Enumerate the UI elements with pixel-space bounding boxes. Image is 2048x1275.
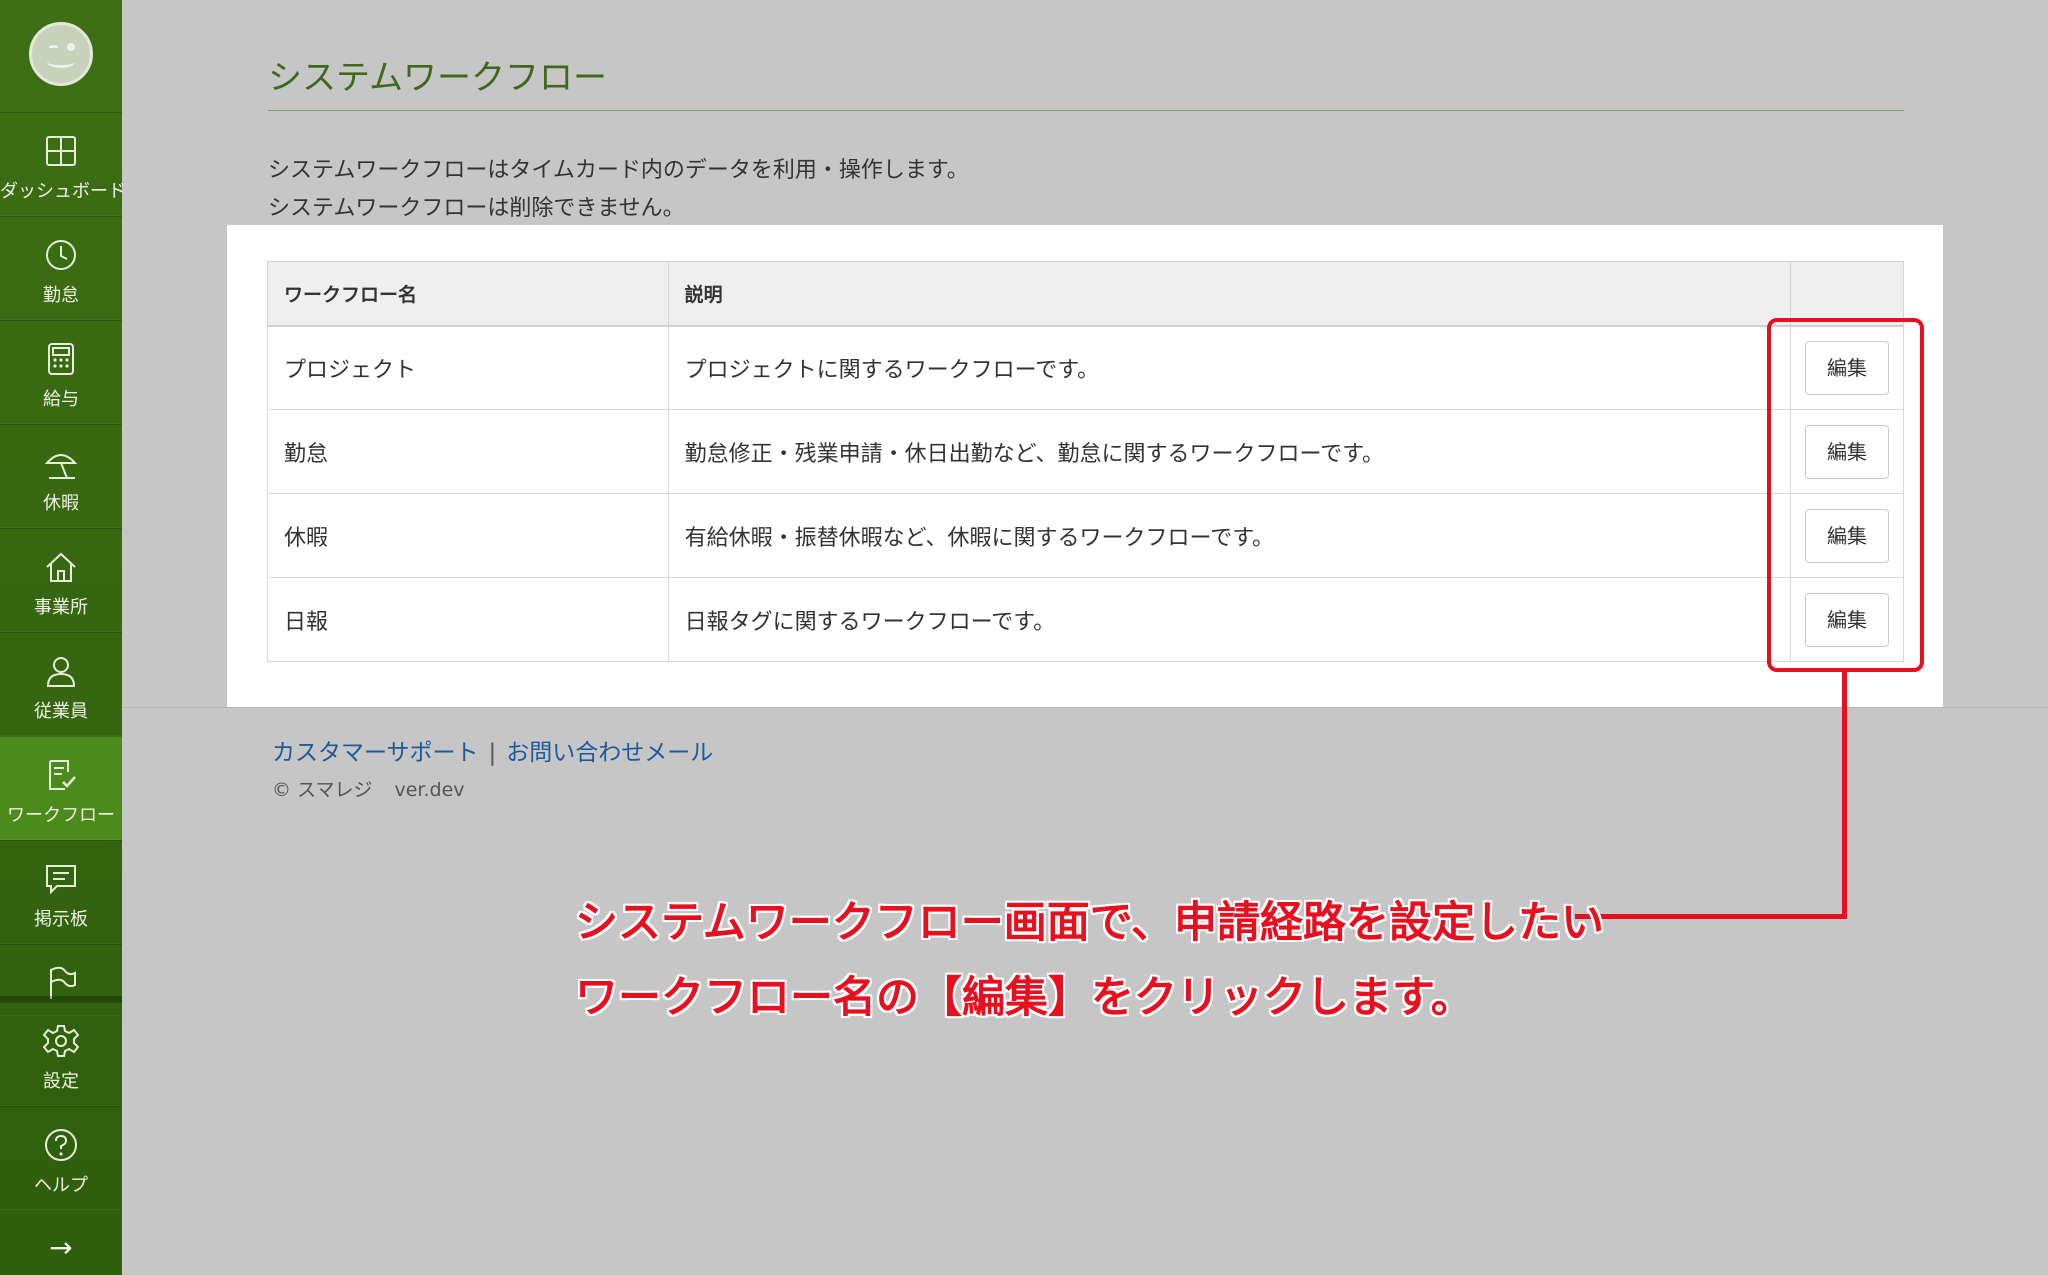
workflow-table: ワークフロー名 説明 プロジェクト プロジェクトに関するワークフローです。 編集… bbox=[267, 261, 1904, 662]
column-header-action bbox=[1790, 261, 1904, 327]
sidebar-item-label: 従業員 bbox=[34, 701, 88, 722]
copyright-text: © スマレジ bbox=[272, 779, 373, 801]
chat-icon bbox=[43, 861, 79, 897]
app-screen: ダッシュボード 勤怠 給与 休暇 事業所 従業員 ワークフロー 掲示板 設定 ヘ… bbox=[0, 0, 2048, 1275]
version-text: ver.dev bbox=[394, 779, 465, 801]
clock-icon bbox=[43, 237, 79, 273]
calculator-icon bbox=[43, 341, 79, 377]
annotation-text-line-1: システムワークフロー画面で、申請経路を設定したい bbox=[575, 898, 1604, 948]
gear-icon bbox=[42, 1023, 80, 1059]
page-description-1: システムワークフローはタイムカード内のデータを利用・操作します。 bbox=[268, 158, 969, 183]
sidebar-item-attendance[interactable]: 勤怠 bbox=[0, 216, 122, 320]
sidebar-item-dashboard[interactable]: ダッシュボード bbox=[0, 112, 126, 216]
sidebar-item-label: 休暇 bbox=[43, 493, 79, 514]
person-icon bbox=[43, 653, 79, 689]
sidebar-bottom-nav: 設定 ヘルプ bbox=[0, 1002, 122, 1210]
annotation-connector-vertical bbox=[1842, 672, 1847, 919]
table-row: 勤怠 勤怠修正・残業申請・休日出勤など、勤怠に関するワークフローです。 編集 bbox=[267, 409, 1904, 494]
home-icon bbox=[43, 549, 79, 585]
column-header-name: ワークフロー名 bbox=[267, 261, 669, 327]
sidebar-item-label: 事業所 bbox=[34, 597, 88, 618]
title-divider bbox=[268, 110, 1904, 111]
sidebar-item-office[interactable]: 事業所 bbox=[0, 528, 122, 632]
sidebar-item-employees[interactable]: 従業員 bbox=[0, 632, 122, 736]
contact-email-link[interactable]: お問い合わせメール bbox=[506, 740, 713, 766]
sidebar-item-workflow[interactable]: ワークフロー bbox=[0, 736, 122, 840]
footer-links: カスタマーサポート | お問い合わせメール bbox=[272, 733, 713, 767]
page-description-2: システムワークフローは削除できません。 bbox=[268, 196, 685, 221]
customer-support-link[interactable]: カスタマーサポート bbox=[272, 740, 479, 766]
sidebar-item-settings[interactable]: 設定 bbox=[0, 1002, 122, 1106]
table-row: 日報 日報タグに関するワークフローです。 編集 bbox=[267, 577, 1904, 662]
footer-divider bbox=[122, 707, 2048, 708]
page-title: システムワークフロー bbox=[268, 58, 607, 98]
dashboard-icon bbox=[43, 133, 79, 169]
beach-umbrella-icon bbox=[43, 445, 79, 481]
workflow-name-cell: 勤怠 bbox=[267, 409, 669, 494]
annotation-text-line-2: ワークフロー名の【編集】をクリックします。 bbox=[575, 973, 1474, 1023]
column-header-description: 説明 bbox=[667, 261, 1792, 327]
sidebar-item-help[interactable]: ヘルプ bbox=[0, 1106, 122, 1210]
sidebar: ダッシュボード 勤怠 給与 休暇 事業所 従業員 ワークフロー 掲示板 設定 ヘ… bbox=[0, 0, 126, 1275]
expand-sidebar-arrow-icon[interactable]: → bbox=[44, 1234, 78, 1262]
sidebar-item-label: ヘルプ bbox=[34, 1175, 88, 1196]
workflow-description-cell: 有給休暇・振替休暇など、休暇に関するワークフローです。 bbox=[667, 493, 1792, 578]
table-header-row: ワークフロー名 説明 bbox=[267, 261, 1904, 327]
sidebar-item-board[interactable]: 掲示板 bbox=[0, 840, 122, 944]
copyright: © スマレジ ver.dev bbox=[272, 775, 465, 802]
workflow-description-cell: 勤怠修正・残業申請・休日出勤など、勤怠に関するワークフローです。 bbox=[667, 409, 1792, 494]
annotation-highlight-box bbox=[1767, 318, 1924, 672]
sidebar-item-payroll[interactable]: 給与 bbox=[0, 320, 122, 424]
sidebar-item-label: 勤怠 bbox=[43, 285, 79, 306]
annotation-connector-horizontal bbox=[1575, 914, 1847, 919]
workflow-name-cell: 日報 bbox=[267, 577, 669, 662]
sidebar-item-label: ワークフロー bbox=[7, 805, 115, 826]
sidebar-item-label: 掲示板 bbox=[34, 909, 88, 930]
sidebar-item-vacation[interactable]: 休暇 bbox=[0, 424, 122, 528]
workflow-description-cell: 日報タグに関するワークフローです。 bbox=[667, 577, 1792, 662]
sidebar-item-label: 設定 bbox=[43, 1071, 79, 1092]
sidebar-nav: ダッシュボード 勤怠 給与 休暇 事業所 従業員 ワークフロー 掲示板 bbox=[0, 112, 126, 1016]
workflow-name-cell: プロジェクト bbox=[267, 325, 669, 410]
workflow-description-cell: プロジェクトに関するワークフローです。 bbox=[667, 325, 1792, 410]
help-icon bbox=[43, 1127, 79, 1163]
avatar[interactable] bbox=[29, 22, 93, 86]
workflow-name-cell: 休暇 bbox=[267, 493, 669, 578]
workflow-icon bbox=[43, 757, 79, 793]
table-row: プロジェクト プロジェクトに関するワークフローです。 編集 bbox=[267, 325, 1904, 410]
sidebar-item-label: 給与 bbox=[43, 389, 79, 410]
sidebar-item-label: ダッシュボード bbox=[0, 181, 126, 202]
footer-separator: | bbox=[488, 740, 497, 766]
table-row: 休暇 有給休暇・振替休暇など、休暇に関するワークフローです。 編集 bbox=[267, 493, 1904, 578]
